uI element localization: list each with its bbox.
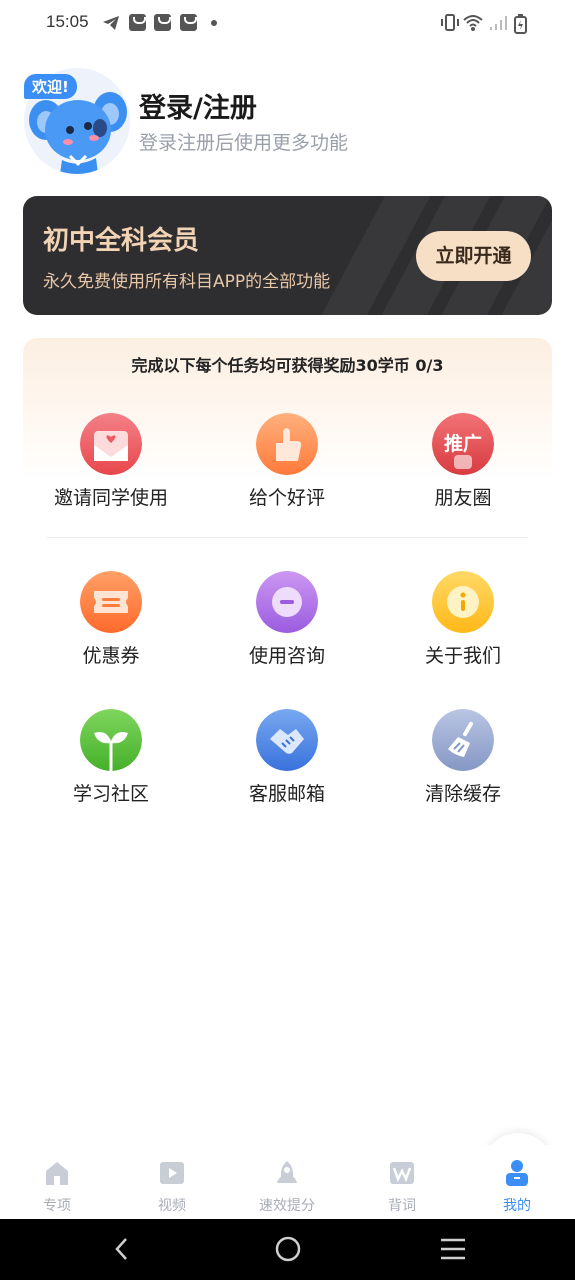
task-good-review[interactable]: 给个好评 [202,413,372,523]
menu-label: 使用咨询 [248,645,325,667]
home-icon [46,1162,68,1185]
menu-about-us[interactable]: 关于我们 [378,571,548,681]
handshake-icon [256,709,318,771]
bottom-nav: 专项 视频 速效提分 背词 我的 [0,1145,575,1219]
menu-clear-cache[interactable]: 清除缓存 [378,709,548,819]
tab-label: 专项 [43,1198,71,1214]
promote-icon: 推广 [432,413,494,475]
dot-icon [211,20,217,26]
tab-words[interactable]: 背词 [352,1145,452,1219]
rocket-icon [277,1161,297,1183]
divider [47,537,528,538]
info-icon [432,571,494,633]
word-icon [390,1162,414,1184]
welcome-badge: 欢迎! [24,74,77,99]
sprout-icon [80,709,142,771]
invite-envelope-icon [80,413,142,475]
vip-membership-banner[interactable]: 初中全科会员 永久免费使用所有科目APP的全部功能 立即开通 [23,196,552,315]
task-label: 给个好评 [248,487,325,509]
vibrate-icon [441,14,459,31]
status-bar: 15:05 [0,0,575,48]
vip-subtitle: 永久免费使用所有科目APP的全部功能 [43,272,331,292]
vip-title: 初中全科会员 [43,226,200,256]
tab-special[interactable]: 专项 [7,1145,107,1219]
battery-charging-icon [514,14,527,34]
tab-video[interactable]: 视频 [122,1145,222,1219]
telegram-icon [103,16,119,30]
chat-bubble-icon [256,571,318,633]
task-moments[interactable]: 推广 朋友圈 [378,413,548,523]
promote-icon-text: 推广 [444,432,482,455]
menu-label: 优惠券 [82,645,140,667]
menu-label: 清除缓存 [424,783,501,805]
menu-label: 客服邮箱 [248,783,325,805]
wifi-icon [463,15,483,31]
tab-label: 速效提分 [259,1198,315,1214]
notification-icon [180,14,197,31]
tab-mine[interactable]: 我的 [467,1145,567,1219]
menu-service-email[interactable]: 客服邮箱 [202,709,372,819]
recents-menu-icon[interactable] [439,1219,467,1280]
status-time: 15:05 [46,12,89,31]
system-navigation-bar [0,1219,575,1280]
menu-label: 学习社区 [72,783,149,805]
task-reward-header: 完成以下每个任务均可获得奖励30学币 0/3 [131,356,444,375]
task-label: 邀请同学使用 [53,487,168,509]
notification-icon [129,14,146,31]
menu-label: 关于我们 [424,645,501,667]
menu-coupons[interactable]: 优惠券 [26,571,196,681]
menu-usage-consult[interactable]: 使用咨询 [202,571,372,681]
coupon-icon [80,571,142,633]
menu-study-community[interactable]: 学习社区 [26,709,196,819]
tab-label: 背词 [388,1198,416,1214]
home-circle-icon[interactable] [274,1219,302,1280]
activate-now-button[interactable]: 立即开通 [416,231,531,281]
task-invite-classmates[interactable]: 邀请同学使用 [26,413,196,523]
signal-icon [490,16,507,30]
tab-label: 我的 [503,1198,531,1214]
back-icon[interactable] [110,1219,134,1280]
broom-icon [432,709,494,771]
tab-label: 视频 [158,1198,186,1214]
profile-icon [506,1160,528,1186]
tab-quick-score[interactable]: 速效提分 [237,1145,337,1219]
notification-icon [154,14,171,31]
thumbs-up-icon [256,413,318,475]
login-register-subtitle: 登录注册后使用更多功能 [139,132,349,154]
task-label: 朋友圈 [434,487,492,509]
login-register-title[interactable]: 登录/注册 [139,86,257,125]
video-icon [160,1162,184,1184]
